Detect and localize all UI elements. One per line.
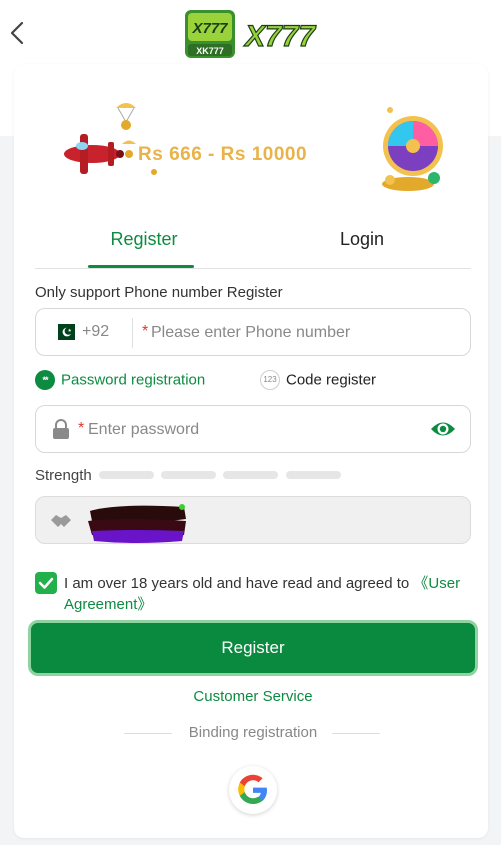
- password-option-icon: **: [35, 370, 55, 390]
- password-field: *: [35, 405, 471, 453]
- google-icon: [238, 774, 267, 804]
- invite-code-field[interactable]: [35, 496, 471, 544]
- lock-icon: [53, 419, 69, 439]
- strength-label: Strength: [35, 467, 92, 484]
- redaction-mark: [88, 504, 186, 543]
- pakistan-flag-icon[interactable]: [52, 324, 75, 340]
- logo-main-text: X777: [243, 20, 316, 53]
- code-option-icon: 123: [260, 370, 280, 390]
- customer-service-link[interactable]: Customer Service: [14, 688, 492, 705]
- eye-icon[interactable]: [430, 418, 456, 440]
- agreement-statement: I am over 18 years old and have read and…: [64, 575, 414, 592]
- google-login-button[interactable]: [229, 766, 277, 814]
- promo-text: Rs 666 - Rs 10000: [138, 144, 308, 165]
- support-note: Only support Phone number Register: [35, 284, 283, 301]
- airplane-icon: [64, 134, 124, 174]
- register-button[interactable]: Register: [28, 620, 478, 676]
- code-option-label: Code register: [286, 371, 377, 389]
- check-icon: [38, 577, 54, 589]
- binding-registration-label: Binding registration: [188, 724, 318, 741]
- strength-bar-1: [99, 471, 154, 479]
- agreement-checkbox[interactable]: [35, 572, 57, 594]
- phone-input[interactable]: [151, 320, 471, 346]
- phone-field: +92 *: [35, 308, 471, 356]
- phone-required-mark: *: [142, 323, 149, 340]
- code-register-option[interactable]: 123 Code register: [260, 370, 376, 392]
- strength-bar-3: [223, 471, 278, 479]
- back-chevron-icon[interactable]: [6, 18, 30, 48]
- password-option-label: Password registration: [61, 371, 206, 389]
- country-code[interactable]: +92: [82, 323, 109, 341]
- handshake-icon: [51, 515, 71, 527]
- strength-bar-2: [161, 471, 216, 479]
- tab-register[interactable]: Register: [35, 216, 253, 268]
- password-required-mark: *: [78, 420, 85, 437]
- brand-logo: X777 XK777 X777: [185, 10, 317, 58]
- field-divider: [132, 318, 133, 348]
- agreement-text: I am over 18 years old and have read and…: [64, 573, 474, 615]
- logo-sub-text: XK777: [196, 46, 224, 56]
- binding-divider-right: [332, 733, 380, 734]
- register-card: Rs 666 - Rs 10000 Register Login Only su…: [14, 64, 488, 838]
- password-registration-option[interactable]: ** Password registration: [35, 370, 205, 392]
- prize-wheel-icon: [382, 116, 443, 191]
- auth-tabs: Register Login: [35, 216, 471, 269]
- password-input[interactable]: [88, 417, 388, 443]
- parachute-coin-icon: [116, 103, 136, 130]
- tab-login[interactable]: Login: [253, 216, 471, 268]
- logo-badge-text: X777: [191, 20, 228, 37]
- active-tab-indicator: [88, 265, 194, 268]
- parachute-coin-icon-small: [122, 140, 136, 158]
- strength-bar-4: [286, 471, 341, 479]
